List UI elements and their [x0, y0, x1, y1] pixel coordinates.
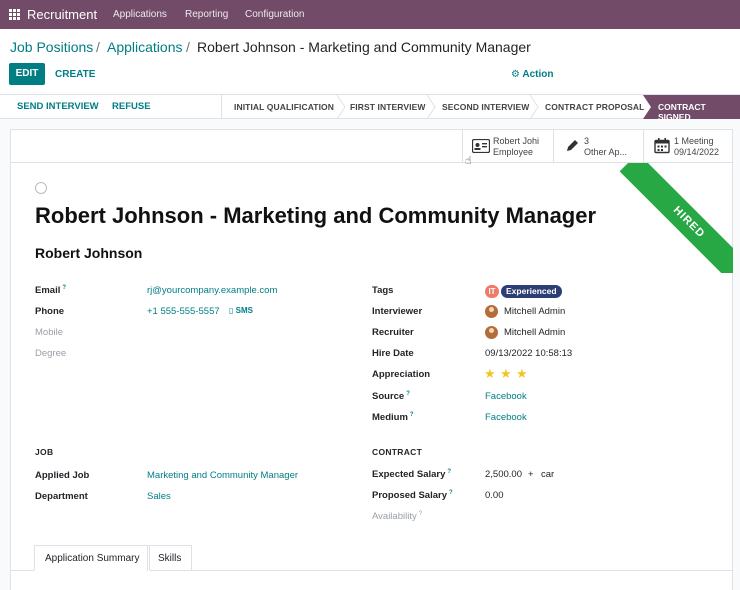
source-field[interactable]: Facebook: [485, 391, 527, 402]
sms-button[interactable]: ▯ SMS: [229, 306, 253, 315]
create-button[interactable]: CREATE: [55, 69, 95, 80]
record-title[interactable]: Robert Johnson - Marketing and Community…: [35, 203, 596, 229]
department-label: Department: [35, 491, 88, 502]
phone-label: Phone: [35, 306, 65, 317]
priority-star-toggle[interactable]: [35, 182, 47, 194]
hire-date-field[interactable]: 09/13/2022 10:58:13: [485, 348, 572, 359]
expected-salary-label: Expected Salary?: [372, 469, 452, 481]
applicant-name[interactable]: Robert Johnson: [35, 245, 142, 261]
avatar: [485, 326, 498, 339]
star-icon[interactable]: ★: [516, 366, 528, 382]
menu-configuration[interactable]: Configuration: [245, 9, 304, 20]
tag-it[interactable]: IT: [485, 285, 499, 298]
medium-field[interactable]: Facebook: [485, 412, 527, 423]
hired-ribbon: HIRED: [620, 163, 733, 273]
stage-contract-signed[interactable]: CONTRACT SIGNED: [658, 102, 740, 122]
avatar: [485, 305, 498, 318]
contract-section-title: CONTRACT: [372, 447, 423, 457]
tab-application-summary[interactable]: Application Summary: [34, 545, 151, 571]
breadcrumb-separator: /: [186, 39, 190, 55]
expected-salary-field[interactable]: 2,500.00: [485, 469, 522, 480]
breadcrumb-applications[interactable]: Applications: [107, 39, 183, 55]
tags-label: Tags: [372, 285, 394, 296]
email-field[interactable]: rj@yourcompany.example.com: [147, 285, 277, 296]
recruiter-label: Recruiter: [372, 327, 414, 338]
refuse-button[interactable]: REFUSE: [112, 101, 151, 112]
medium-label: Medium?: [372, 412, 414, 424]
tag-experienced[interactable]: Experienced: [501, 285, 562, 298]
proposed-salary-field[interactable]: 0.00: [485, 490, 504, 501]
action-label: Action: [522, 69, 554, 80]
interviewer-field[interactable]: Mitchell Admin: [504, 306, 565, 317]
action-menu-button[interactable]: ⚙ Action: [511, 69, 554, 80]
employee-smart-button[interactable]: Robert Johi Employee: [462, 129, 553, 163]
menu-reporting[interactable]: Reporting: [185, 9, 228, 20]
hand-cursor-icon: ☝: [465, 155, 472, 167]
breadcrumb-current: Robert Johnson - Marketing and Community…: [197, 39, 531, 55]
source-label: Source?: [372, 391, 410, 403]
top-navbar: Recruitment Applications Reporting Confi…: [0, 0, 740, 29]
send-interview-button[interactable]: SEND INTERVIEW: [17, 101, 99, 112]
stage-first-interview[interactable]: FIRST INTERVIEW: [350, 102, 426, 112]
employee-label: Employee: [493, 147, 534, 157]
meeting-date: 09/14/2022: [674, 147, 720, 157]
employee-name: Robert Johi: [493, 136, 540, 146]
hire-date-label: Hire Date: [372, 348, 414, 359]
tab-skills[interactable]: Skills: [147, 545, 193, 571]
phone-field[interactable]: +1 555-555-5557: [147, 306, 220, 317]
ribbon-label: HIRED: [620, 163, 733, 273]
menu-applications[interactable]: Applications: [113, 9, 167, 20]
email-label: Email?: [35, 285, 67, 297]
interviewer-label: Interviewer: [372, 306, 423, 317]
department-field[interactable]: Sales: [147, 491, 171, 502]
apps-menu-icon[interactable]: [9, 9, 20, 20]
recruiter-field[interactable]: Mitchell Admin: [504, 327, 565, 338]
availability-label: Availability?: [372, 511, 423, 523]
applied-job-field[interactable]: Marketing and Community Manager: [147, 470, 298, 481]
job-section-title: JOB: [35, 447, 54, 457]
mobile-icon: ▯: [229, 306, 234, 315]
meeting-smart-button[interactable]: 1 Meeting 09/14/2022: [643, 129, 733, 163]
appreciation-label: Appreciation: [372, 369, 431, 380]
applied-job-label: Applied Job: [35, 470, 90, 481]
stage-initial-qualification[interactable]: INITIAL QUALIFICATION: [234, 102, 334, 112]
star-icon[interactable]: ★: [500, 366, 512, 382]
breadcrumb-separator: /: [96, 39, 100, 55]
other-applications-label: Other Ap...: [584, 147, 628, 157]
pencil-icon: [567, 140, 578, 151]
id-card-icon: [472, 139, 490, 153]
gear-icon: ⚙: [511, 69, 520, 80]
app-name[interactable]: Recruitment: [27, 7, 97, 22]
other-applications-count: 3: [584, 136, 590, 146]
breadcrumb-job-positions[interactable]: Job Positions: [10, 39, 93, 55]
sms-label: SMS: [235, 306, 253, 315]
other-applications-smart-button[interactable]: 3 Other Ap...: [553, 129, 643, 163]
meeting-count: 1 Meeting: [674, 136, 714, 146]
expected-salary-plus: +: [528, 469, 534, 480]
star-icon[interactable]: ★: [484, 366, 496, 382]
proposed-salary-label: Proposed Salary?: [372, 490, 453, 502]
expected-salary-extra-field[interactable]: car: [541, 469, 554, 480]
stage-second-interview[interactable]: SECOND INTERVIEW: [442, 102, 529, 112]
stage-contract-proposal[interactable]: CONTRACT PROPOSAL: [545, 102, 644, 112]
mobile-label: Mobile: [35, 327, 63, 338]
degree-label: Degree: [35, 348, 67, 359]
calendar-icon: [654, 138, 670, 154]
edit-button[interactable]: EDIT: [9, 63, 45, 85]
